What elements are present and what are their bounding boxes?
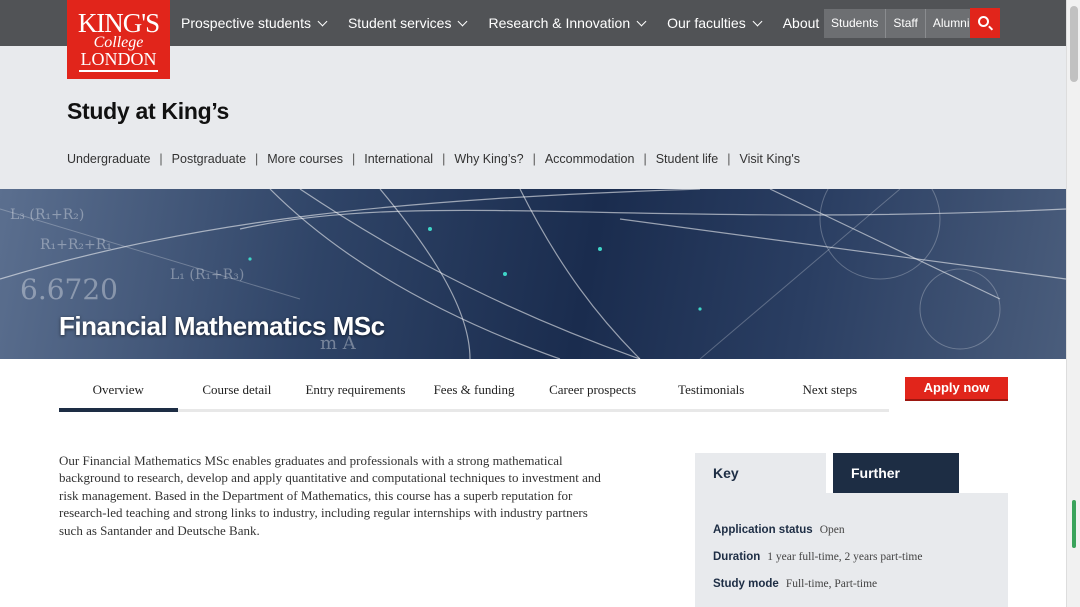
subnav-more-courses[interactable]: More courses [267, 152, 343, 166]
info-row: Study mode Full-time, Part-time [713, 578, 877, 590]
subnav-accommodation[interactable]: Accommodation [545, 152, 635, 166]
nav-research-innovation[interactable]: Research & Innovation [488, 15, 647, 31]
tab-next-steps[interactable]: Next steps [770, 370, 889, 409]
tab-overview[interactable]: Overview [59, 370, 178, 412]
nav-label: Research & Innovation [488, 15, 631, 31]
key-information-panel: Application status Open Duration 1 year fu… [695, 493, 1008, 607]
subnav-why-kings[interactable]: Why King’s? [454, 152, 523, 166]
tab-key-information[interactable]: Key information [695, 453, 826, 521]
search-button[interactable] [970, 8, 1000, 38]
search-icon [978, 16, 989, 27]
audience-links: Students Staff Alumni [824, 9, 977, 38]
svg-text:L₁ (R₁+R₃): L₁ (R₁+R₃) [170, 267, 244, 283]
subnav-international[interactable]: International [364, 152, 433, 166]
nav-student-services[interactable]: Student services [347, 15, 468, 31]
info-label: Application status [713, 524, 813, 536]
divider: | [532, 152, 536, 166]
svg-text:L₃ (R₁+R₂): L₃ (R₁+R₂) [10, 207, 84, 223]
nav-our-faculties[interactable]: Our faculties [667, 15, 763, 31]
chevron-down-icon [752, 16, 763, 26]
tab-fees-funding[interactable]: Fees & funding [415, 370, 534, 409]
tab-career-prospects[interactable]: Career prospects [533, 370, 652, 409]
divider: | [159, 152, 163, 166]
nav-label: Student services [347, 15, 452, 31]
course-hero-banner: L₃ (R₁+R₂) R₁+R₂+R₁ L₁ (R₁+R₃) 6.6720 m … [0, 189, 1066, 359]
page-scrollbar[interactable] [1066, 0, 1080, 607]
audience-alumni-link[interactable]: Alumni [926, 9, 977, 38]
subnav-undergraduate[interactable]: Undergraduate [67, 152, 150, 166]
svg-text:6.6720: 6.6720 [20, 273, 118, 306]
tab-course-detail[interactable]: Course detail [178, 370, 297, 409]
svg-text:R₁+R₂+R₁: R₁+R₂+R₁ [40, 237, 112, 253]
course-intro-text: Our Financial Mathematics MSc enables gr… [59, 453, 601, 538]
divider: | [352, 152, 356, 166]
info-tabs: Key information Further details [695, 453, 959, 521]
chevron-down-icon [636, 16, 647, 26]
apply-now-button[interactable]: Apply now [905, 377, 1008, 401]
nav-prospective-students[interactable]: Prospective students [181, 15, 328, 31]
course-tabs: Overview Course detail Entry requirement… [59, 370, 889, 412]
scrollbar-thumb[interactable] [1070, 6, 1078, 82]
nav-label: About [782, 15, 820, 31]
tab-further-details[interactable]: Further details [833, 453, 959, 521]
course-title: Financial Mathematics MSc [59, 311, 385, 341]
logo-line-2: College [93, 34, 144, 51]
logo-line-1: KING'S [77, 8, 160, 38]
tab-testimonials[interactable]: Testimonials [652, 370, 771, 409]
info-label: Duration [713, 551, 761, 563]
divider: | [643, 152, 647, 166]
study-subnav: Undergraduate | Postgraduate | More course… [67, 152, 800, 166]
chevron-down-icon [317, 16, 328, 26]
info-label: Study mode [713, 578, 779, 590]
tab-entry-requirements[interactable]: Entry requirements [296, 370, 415, 409]
logo-line-3: LONDON [80, 49, 157, 69]
chevron-down-icon [458, 16, 468, 26]
subnav-postgraduate[interactable]: Postgraduate [172, 152, 246, 166]
main-navigation: Prospective students Student services Re… [181, 0, 856, 46]
divider: | [255, 152, 259, 166]
nav-label: Our faculties [667, 15, 746, 31]
subnav-visit-kings[interactable]: Visit King's [739, 152, 800, 166]
audience-staff-link[interactable]: Staff [886, 9, 926, 38]
section-title: Study at King’s [67, 98, 230, 124]
info-value: Open [819, 524, 845, 536]
info-row: Application status Open [713, 524, 845, 536]
kings-college-logo[interactable]: KING'S College LONDON [67, 0, 170, 79]
logo-rule [79, 70, 158, 72]
info-value: 1 year full-time, 2 years part-time [767, 551, 923, 563]
subnav-student-life[interactable]: Student life [656, 152, 719, 166]
divider: | [442, 152, 446, 166]
info-row: Duration 1 year full-time, 2 years part-t… [713, 551, 922, 563]
audience-students-link[interactable]: Students [824, 9, 887, 38]
info-value: Full-time, Part-time [785, 578, 878, 590]
scroll-indicator [1072, 500, 1076, 548]
divider: | [727, 152, 731, 166]
nav-label: Prospective students [181, 15, 311, 31]
